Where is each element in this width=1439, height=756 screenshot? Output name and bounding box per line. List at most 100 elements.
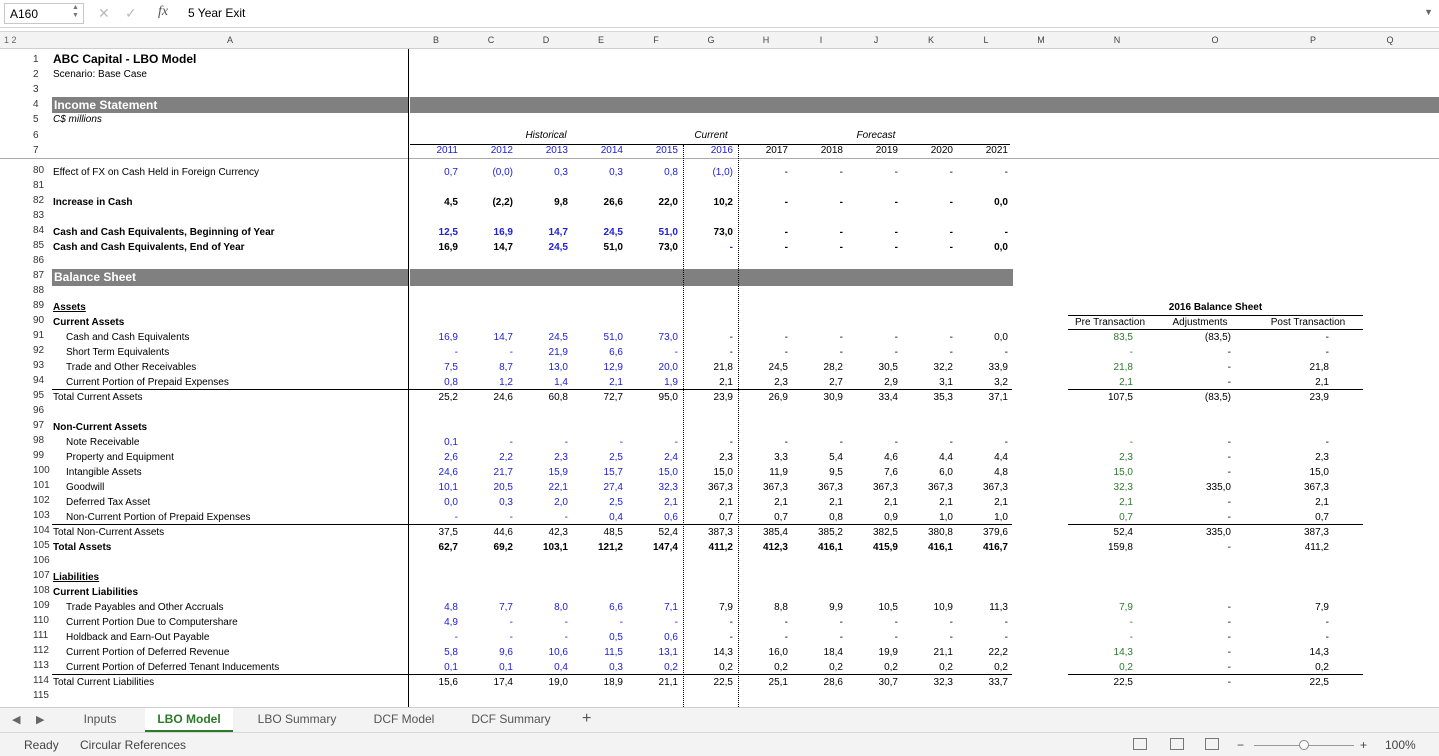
- zoom-in-button[interactable]: +: [1360, 738, 1367, 752]
- value-cell[interactable]: 21,7: [463, 465, 513, 480]
- value-cell[interactable]: 0,2: [903, 660, 953, 675]
- value-cell[interactable]: -: [628, 435, 678, 450]
- value-cell[interactable]: -: [738, 615, 788, 630]
- value-cell[interactable]: 19,9: [848, 645, 898, 660]
- value-cell[interactable]: 11,3: [958, 600, 1008, 615]
- value-cell[interactable]: 32,2: [903, 360, 953, 375]
- value-cell[interactable]: -: [738, 345, 788, 360]
- bs-2016-cell[interactable]: 387,3: [1269, 525, 1329, 540]
- bs-2016-cell[interactable]: -: [1171, 540, 1231, 555]
- value-cell[interactable]: -: [463, 435, 513, 450]
- bs-2016-cell[interactable]: 2,1: [1269, 375, 1329, 390]
- bs-2016-cell[interactable]: 2,1: [1073, 375, 1133, 390]
- row-number[interactable]: 101: [0, 480, 50, 491]
- value-cell[interactable]: 14,3: [683, 645, 733, 660]
- value-cell[interactable]: 28,6: [793, 675, 843, 690]
- value-cell[interactable]: 21,8: [683, 360, 733, 375]
- value-cell[interactable]: 367,3: [738, 480, 788, 495]
- row-number[interactable]: 82: [0, 195, 48, 206]
- value-cell[interactable]: 4,5: [408, 195, 458, 210]
- expand-formula-bar-icon[interactable]: ▼: [1424, 7, 1433, 17]
- value-cell[interactable]: 95,0: [628, 390, 678, 405]
- value-cell[interactable]: 6,0: [903, 465, 953, 480]
- value-cell[interactable]: 35,3: [903, 390, 953, 405]
- page-layout-view-icon[interactable]: [1170, 738, 1184, 750]
- value-cell[interactable]: 2,1: [738, 495, 788, 510]
- value-cell[interactable]: 2,0: [518, 495, 568, 510]
- value-cell[interactable]: 7,6: [848, 465, 898, 480]
- row-number[interactable]: 114: [0, 675, 49, 686]
- value-cell[interactable]: -: [518, 630, 568, 645]
- value-cell[interactable]: -: [683, 630, 733, 645]
- value-cell[interactable]: 0,6: [628, 510, 678, 525]
- column-header-d[interactable]: D: [536, 35, 556, 45]
- bs-2016-cell[interactable]: 367,3: [1269, 480, 1329, 495]
- value-cell[interactable]: 11,5: [573, 645, 623, 660]
- value-cell[interactable]: 367,3: [848, 480, 898, 495]
- value-cell[interactable]: 22,5: [683, 675, 733, 690]
- value-cell[interactable]: 0,7: [683, 510, 733, 525]
- value-cell[interactable]: -: [848, 435, 898, 450]
- value-cell[interactable]: 411,2: [683, 540, 733, 555]
- value-cell[interactable]: 3,3: [738, 450, 788, 465]
- value-cell[interactable]: -: [518, 615, 568, 630]
- bs-2016-cell[interactable]: 2,3: [1269, 450, 1329, 465]
- value-cell[interactable]: 367,3: [958, 480, 1008, 495]
- value-cell[interactable]: 0,3: [573, 165, 623, 180]
- value-cell[interactable]: 24,6: [463, 390, 513, 405]
- value-cell[interactable]: 0,2: [848, 660, 898, 675]
- value-cell[interactable]: -: [958, 615, 1008, 630]
- value-cell[interactable]: -: [738, 195, 788, 210]
- value-cell[interactable]: 7,7: [463, 600, 513, 615]
- value-cell[interactable]: -: [738, 330, 788, 345]
- row-number[interactable]: 88: [0, 285, 48, 296]
- bs-2016-cell[interactable]: 159,8: [1073, 540, 1133, 555]
- value-cell[interactable]: 2,4: [628, 450, 678, 465]
- bs-2016-cell[interactable]: 2,1: [1269, 495, 1329, 510]
- value-cell[interactable]: -: [903, 435, 953, 450]
- value-cell[interactable]: 2,1: [683, 495, 733, 510]
- value-cell[interactable]: 2,5: [573, 450, 623, 465]
- value-cell[interactable]: -: [408, 345, 458, 360]
- column-header-h[interactable]: H: [756, 35, 776, 45]
- value-cell[interactable]: 0,2: [683, 660, 733, 675]
- value-cell[interactable]: 4,8: [408, 600, 458, 615]
- value-cell[interactable]: 5,4: [793, 450, 843, 465]
- value-cell[interactable]: 0,2: [793, 660, 843, 675]
- value-cell[interactable]: 2,1: [573, 375, 623, 390]
- page-break-view-icon[interactable]: [1205, 738, 1219, 750]
- value-cell[interactable]: 0,3: [463, 495, 513, 510]
- value-cell[interactable]: 2,3: [683, 450, 733, 465]
- value-cell[interactable]: -: [848, 345, 898, 360]
- value-cell[interactable]: 51,0: [628, 225, 678, 240]
- zoom-slider-handle[interactable]: [1299, 740, 1309, 750]
- value-cell[interactable]: 16,9: [463, 225, 513, 240]
- value-cell[interactable]: -: [848, 165, 898, 180]
- column-header-o[interactable]: O: [1205, 35, 1225, 45]
- value-cell[interactable]: 69,2: [463, 540, 513, 555]
- value-cell[interactable]: -: [408, 630, 458, 645]
- value-cell[interactable]: (1,0): [683, 165, 733, 180]
- value-cell[interactable]: 0,2: [958, 660, 1008, 675]
- bs-2016-cell[interactable]: (83,5): [1171, 390, 1231, 405]
- row-number[interactable]: 105: [0, 540, 50, 551]
- value-cell[interactable]: 367,3: [683, 480, 733, 495]
- value-cell[interactable]: 13,0: [518, 360, 568, 375]
- value-cell[interactable]: -: [463, 615, 513, 630]
- bs-2016-cell[interactable]: 7,9: [1269, 600, 1329, 615]
- value-cell[interactable]: 416,1: [903, 540, 953, 555]
- value-cell[interactable]: -: [848, 225, 898, 240]
- value-cell[interactable]: 2,1: [958, 495, 1008, 510]
- column-header-a[interactable]: A: [220, 35, 240, 45]
- bs-2016-cell[interactable]: -: [1073, 615, 1133, 630]
- value-cell[interactable]: 385,2: [793, 525, 843, 540]
- prev-sheet-icon[interactable]: ◀: [12, 713, 20, 726]
- row-number[interactable]: 98: [0, 435, 48, 446]
- value-cell[interactable]: 0,7: [738, 510, 788, 525]
- value-cell[interactable]: -: [518, 435, 568, 450]
- row-number[interactable]: 86: [0, 255, 48, 266]
- bs-2016-cell[interactable]: (83,5): [1171, 330, 1231, 345]
- tab-lbo-summary[interactable]: LBO Summary: [245, 708, 349, 732]
- value-cell[interactable]: 2,1: [848, 495, 898, 510]
- value-cell[interactable]: -: [738, 630, 788, 645]
